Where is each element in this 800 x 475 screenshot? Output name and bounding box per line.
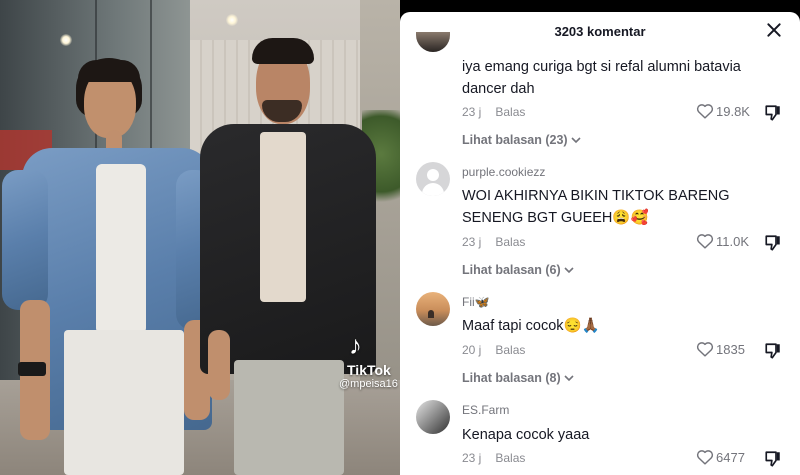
chevron-down-icon	[571, 137, 581, 144]
panel-header: 3203 komentar	[400, 12, 800, 50]
comment-meta: 23 j Balas	[462, 235, 525, 249]
comment-time: 23 j	[462, 105, 482, 119]
comment-text: Maaf tapi cocok😔🙏🏾	[462, 318, 600, 334]
video-frame[interactable]: ♪ TikTok @mpeisa16	[0, 0, 400, 475]
comment-time: 23 j	[462, 235, 482, 249]
like-count: 19.8K	[716, 103, 750, 119]
view-replies-button[interactable]: Lihat balasan (8)	[462, 371, 574, 385]
comment-username[interactable]: Fii🦋	[462, 295, 490, 309]
avatar[interactable]	[416, 292, 450, 326]
like-count: 1835	[716, 341, 745, 357]
view-replies-label: Lihat balasan (6)	[462, 263, 561, 277]
thumbs-down-icon[interactable]	[764, 450, 782, 468]
comment-time: 20 j	[462, 343, 482, 357]
thumbs-down-icon[interactable]	[764, 104, 782, 122]
comment-text: iya emang curiga bgt si refal alumni bat…	[462, 59, 741, 97]
reply-button[interactable]: Balas	[495, 105, 525, 119]
like-count: 6477	[716, 449, 745, 465]
thumbs-down-icon[interactable]	[764, 234, 782, 252]
reply-button[interactable]: Balas	[495, 343, 525, 357]
person-man	[190, 0, 400, 475]
heart-outline-icon	[696, 450, 714, 465]
like-button[interactable]: 19.8K	[696, 103, 750, 119]
comment-meta: 20 j Balas	[462, 343, 525, 357]
like-button[interactable]: 1835	[696, 341, 745, 357]
reply-button[interactable]: Balas	[495, 235, 525, 249]
tiktok-watermark: ♪ TikTok @mpeisa16	[333, 328, 400, 398]
view-replies-button[interactable]: Lihat balasan (6)	[462, 263, 574, 277]
heart-outline-icon	[696, 234, 714, 249]
like-count: 11.0K	[716, 233, 750, 249]
reply-button[interactable]: Balas	[495, 451, 525, 465]
comment-text-content: WOI AKHIRNYA BIKIN TIKTOK BARENG SENENG …	[462, 188, 730, 226]
like-button[interactable]: 11.0K	[696, 233, 749, 249]
comment-text: Kenapa cocok yaaa	[462, 427, 590, 443]
comment-count-title: 3203 komentar	[554, 23, 646, 39]
comment-username[interactable]: ES.Farm	[462, 403, 509, 417]
comment-meta: 23 j Balas	[462, 105, 525, 119]
like-button[interactable]: 6477	[696, 449, 745, 465]
view-replies-label: Lihat balasan (23)	[462, 133, 568, 147]
view-replies-label: Lihat balasan (8)	[462, 371, 561, 385]
thumbs-down-icon[interactable]	[764, 342, 782, 360]
comments-panel: 3203 komentar iya emang curiga bgt si re…	[400, 12, 800, 475]
view-replies-button[interactable]: Lihat balasan (23)	[462, 133, 581, 147]
heart-outline-icon	[696, 104, 714, 119]
avatar[interactable]	[416, 162, 450, 196]
chevron-down-icon	[564, 375, 574, 382]
comment-text: WOI AKHIRNYA BIKIN TIKTOK BARENG SENENG …	[462, 185, 752, 229]
close-icon[interactable]	[764, 20, 784, 40]
watermark-handle: @mpeisa16	[339, 378, 398, 390]
person-woman	[0, 0, 212, 475]
watermark-brand: TikTok	[347, 362, 391, 378]
tiktok-logo-icon: ♪	[349, 330, 362, 360]
chevron-down-icon	[564, 267, 574, 274]
comment-meta: 23 j Balas	[462, 451, 525, 465]
comment-username[interactable]: purple.cookiezz	[462, 165, 545, 179]
comment-time: 23 j	[462, 451, 482, 465]
heart-outline-icon	[696, 342, 714, 357]
avatar[interactable]	[416, 400, 450, 434]
